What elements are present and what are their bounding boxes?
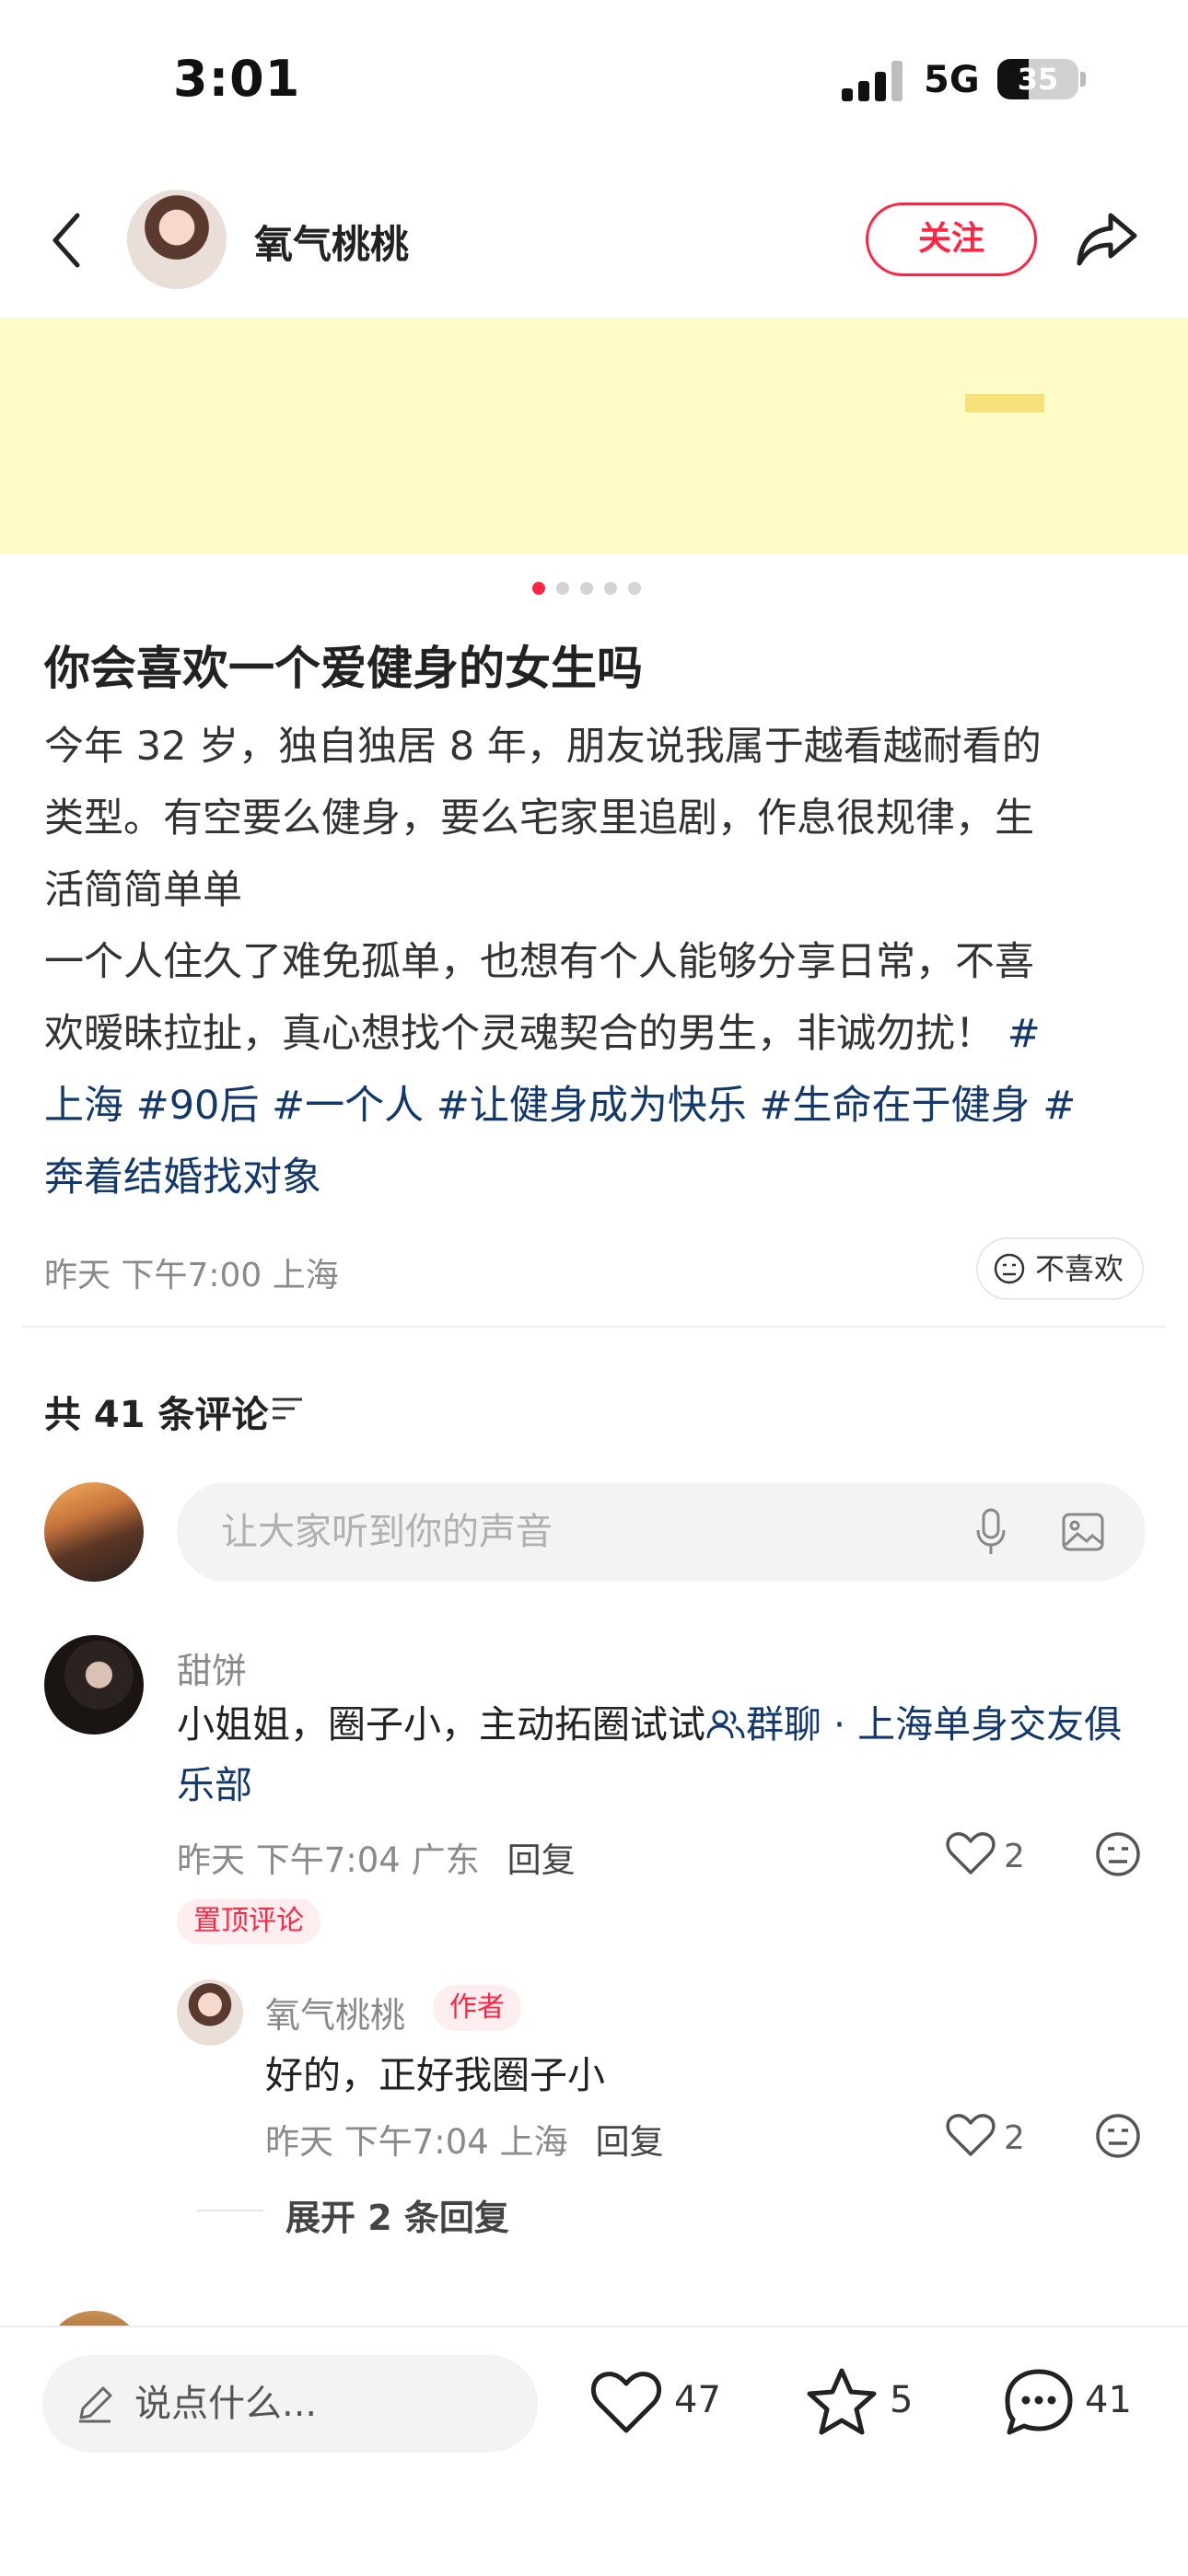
like-count: 47	[674, 2379, 721, 2421]
post-image[interactable]	[0, 319, 1188, 554]
signal-icon	[842, 61, 906, 101]
expand-replies-button[interactable]: 展开 2 条回复	[285, 2189, 509, 2240]
bottom-input-placeholder: 说点什么...	[134, 2383, 318, 2425]
comment-meta: 昨天 下午7:04 广东 回复	[177, 1840, 576, 1880]
reply-like-count: 2	[1004, 2119, 1025, 2157]
post-title: 你会喜欢一个爱健身的女生吗	[44, 642, 643, 695]
reply-text: 好的，正好我圈子小	[265, 2053, 605, 2097]
divider	[22, 1326, 1166, 1328]
back-icon[interactable]	[44, 208, 92, 273]
commenter-avatar[interactable]	[44, 1635, 144, 1735]
collect-count: 5	[890, 2379, 914, 2421]
reply-user-name[interactable]: 氧气桃桃	[265, 1987, 405, 2037]
post-line: 一个人住久了难免孤单，也想有个人能够分享日常，不喜	[44, 939, 1034, 985]
battery-level: 35	[1017, 62, 1059, 97]
pager-dot	[604, 582, 617, 595]
share-icon[interactable]	[1074, 208, 1140, 269]
neutral-face-icon[interactable]	[1094, 2112, 1142, 2160]
pager-dot	[628, 582, 641, 595]
people-icon	[706, 1710, 745, 1739]
reply-button[interactable]: 回复	[596, 2122, 664, 2162]
post-image-mark	[965, 394, 1044, 412]
comment-total: 41	[1085, 2379, 1132, 2421]
microphone-icon[interactable]	[974, 1508, 1007, 1556]
post-line: 今年 32 岁，独自独居 8 年，朋友说我属于越看越耐看的	[44, 724, 1042, 770]
pager-dot	[556, 582, 569, 595]
group-chat-link-text[interactable]: 群聊 · 上海单身交友俱	[746, 1702, 1122, 1746]
dislike-button[interactable]: 不喜欢	[976, 1237, 1144, 1300]
reply-avatar[interactable]	[177, 1979, 243, 2046]
comment-text: 小姐姐，圈子小，主动拓圈试试 群聊 · 上海单身交友俱 乐部	[177, 1694, 1153, 1816]
post-tags-line: 奔着结婚找对象	[44, 1142, 1149, 1213]
author-badge: 作者	[433, 1985, 521, 2031]
heart-icon[interactable]	[589, 2368, 663, 2436]
status-time: 3:01	[173, 50, 301, 108]
hashtag-shanghai[interactable]: 上海	[44, 1083, 123, 1129]
author-avatar[interactable]	[127, 190, 227, 289]
post-meta: 昨天 下午7:00 上海	[44, 1257, 339, 1294]
network-type: 5G	[924, 59, 980, 101]
filter-icon[interactable]	[271, 1394, 304, 1423]
hashtag-prefix[interactable]: #	[995, 1011, 1041, 1057]
dislike-label: 不喜欢	[1035, 1251, 1124, 1286]
hashtag[interactable]: #让健身成为快乐	[437, 1083, 747, 1129]
follow-button[interactable]: 关注	[866, 203, 1037, 276]
post-body: 今年 32 岁，独自独居 8 年，朋友说我属于越看越耐看的 类型。有空要么健身，…	[44, 711, 1149, 1213]
my-avatar	[44, 1482, 144, 1582]
hashtag[interactable]: #生命在于健身	[760, 1083, 1031, 1129]
pinned-badge: 置顶评论	[177, 1898, 320, 1944]
reply-meta: 昨天 下午7:04 上海 回复	[265, 2122, 664, 2162]
star-icon[interactable]	[805, 2366, 879, 2438]
pager-dot	[580, 582, 593, 595]
chat-icon[interactable]	[1002, 2366, 1076, 2438]
battery-cap	[1080, 72, 1086, 87]
neutral-face-icon	[994, 1253, 1025, 1284]
neutral-face-icon[interactable]	[1094, 1830, 1142, 1878]
comment-input[interactable]: 让大家听到你的声音	[177, 1482, 1146, 1582]
image-icon[interactable]	[1061, 1512, 1105, 1552]
post-line: 活简简单单	[44, 867, 242, 913]
post-line: 欢暧昧拉扯，真心想找个灵魂契合的男生，非诚勿扰！ #	[44, 1011, 1041, 1057]
reply-button[interactable]: 回复	[507, 1840, 576, 1880]
post-line: 类型。有空要么健身，要么宅家里追剧，作息很规律，生	[44, 795, 1034, 841]
hashtag-marriage[interactable]: 奔着结婚找对象	[44, 1155, 321, 1201]
heart-icon[interactable]	[945, 1830, 996, 1876]
bottom-comment-input[interactable]: 说点什么...	[42, 2355, 538, 2453]
comment-body: 小姐姐，圈子小，主动拓圈试试	[177, 1702, 705, 1746]
heart-icon[interactable]	[945, 2112, 996, 2158]
pager-dot-active	[532, 582, 545, 595]
battery-icon: 35	[997, 59, 1078, 99]
author-name[interactable]: 氧气桃桃	[254, 214, 409, 270]
post-tags-line: 上海 #90后 #一个人 #让健身成为快乐 #生命在于健身 #	[44, 1070, 1149, 1142]
group-chat-link[interactable]: 群聊 · 上海单身交友俱	[705, 1702, 1122, 1746]
comment-like-count: 2	[1004, 1838, 1025, 1875]
pen-icon	[79, 2386, 112, 2423]
hashtag[interactable]: #90后	[136, 1083, 260, 1129]
comment-input-placeholder: 让大家听到你的声音	[221, 1511, 553, 1553]
expand-divider	[197, 2210, 263, 2211]
hashtag[interactable]: #一个人	[272, 1083, 424, 1129]
comment-count: 共 41 条评论	[44, 1394, 269, 1436]
hashtag-prefix[interactable]: #	[1031, 1083, 1076, 1129]
group-chat-link-cont[interactable]: 乐部	[177, 1755, 1153, 1816]
commenter-name[interactable]: 甜饼	[177, 1642, 247, 1693]
